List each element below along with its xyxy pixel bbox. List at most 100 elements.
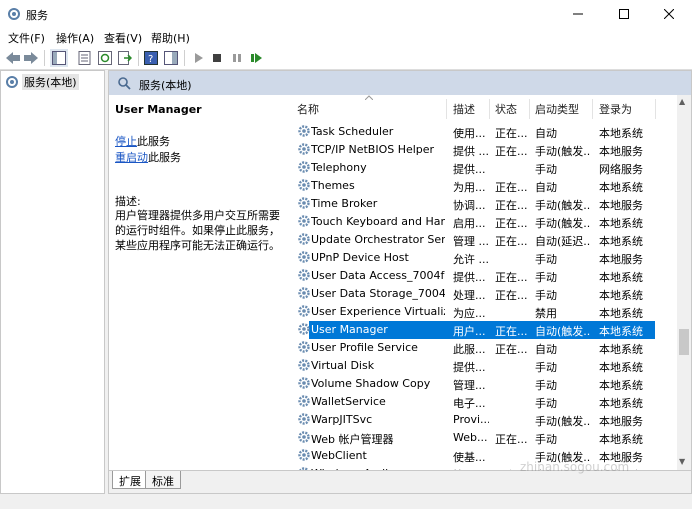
tab-standard[interactable]: 标准 bbox=[145, 471, 181, 489]
menu-help[interactable]: 帮助(H) bbox=[151, 30, 190, 46]
table-row[interactable]: Task Scheduler 使用... 正在... 自动 本地系统 bbox=[293, 123, 677, 141]
table-row[interactable]: Themes 为用... 正在... 自动 本地系统 bbox=[293, 177, 677, 195]
status-bar bbox=[0, 494, 692, 509]
forward-button[interactable] bbox=[22, 49, 40, 67]
service-gear-icon bbox=[298, 305, 310, 317]
cell-name: Virtual Disk bbox=[311, 359, 375, 372]
properties-icon bbox=[78, 51, 91, 65]
cell-startup-type: 手动 bbox=[535, 433, 557, 446]
cell-status: 正在... bbox=[495, 289, 528, 302]
service-gear-icon bbox=[298, 287, 310, 299]
table-row[interactable]: User Profile Service 此服... 正在... 自动 本地系统 bbox=[293, 339, 677, 357]
column-header-startup-type[interactable]: 启动类型 bbox=[535, 101, 579, 117]
tree-item-services-local[interactable]: 服务(本地) bbox=[5, 74, 79, 90]
column-header-log-on-as[interactable]: 登录为 bbox=[599, 101, 632, 117]
table-row[interactable]: WarpJITSvc Provi... 手动(触发... 本地服务 bbox=[293, 411, 677, 429]
search-icon bbox=[118, 77, 131, 90]
maximize-button[interactable] bbox=[601, 0, 647, 28]
watermark: zhinan.sogou.com bbox=[520, 460, 630, 474]
menu-file[interactable]: 文件(F) bbox=[8, 30, 45, 46]
cell-name: User Experience Virtualizat... bbox=[311, 305, 445, 318]
table-row[interactable]: Virtual Disk 提供... 手动 本地系统 bbox=[293, 357, 677, 375]
restart-service-link-row: 重启动此服务 bbox=[115, 149, 181, 165]
start-service-button[interactable] bbox=[190, 49, 208, 67]
cell-name: Update Orchestrator Service bbox=[311, 233, 445, 246]
table-row[interactable]: Web 帐户管理器 Web... 正在... 手动 本地系统 bbox=[293, 429, 677, 447]
cell-log-on-as: 本地系统 bbox=[599, 325, 643, 338]
refresh-button[interactable] bbox=[96, 49, 114, 67]
column-header-description[interactable]: 描述 bbox=[453, 101, 475, 117]
table-row[interactable]: TCP/IP NetBIOS Helper 提供 ... 正在... 手动(触发...… bbox=[293, 141, 677, 159]
table-row[interactable]: Telephony 提供... 手动 网络服务 bbox=[293, 159, 677, 177]
service-gear-icon bbox=[298, 215, 310, 227]
cell-log-on-as: 网络服务 bbox=[599, 163, 643, 176]
console-tree-icon bbox=[52, 51, 66, 65]
cell-startup-type: 手动(触发... bbox=[535, 415, 591, 428]
vertical-scrollbar[interactable]: ▲ ▼ bbox=[677, 95, 691, 470]
column-header-name[interactable]: 名称 bbox=[297, 101, 319, 117]
services-pane: 服务(本地) User Manager 停止此服务 重启动此服务 描述: 用户管… bbox=[108, 70, 692, 494]
table-row[interactable]: Touch Keyboard and Hand... 启用... 正在... 手动(触… bbox=[293, 213, 677, 231]
scrollbar-thumb[interactable] bbox=[679, 329, 689, 355]
stop-service-link-row: 停止此服务 bbox=[115, 133, 170, 149]
service-gear-icon bbox=[298, 359, 310, 371]
show-hide-console-tree-button[interactable] bbox=[50, 49, 68, 67]
service-gear-icon bbox=[298, 251, 310, 263]
table-row[interactable]: User Data Access_7004f24 提供... 正在... 手动 本地系统 bbox=[293, 267, 677, 285]
cell-startup-type: 自动 bbox=[535, 127, 557, 140]
action-pane-button[interactable] bbox=[162, 49, 180, 67]
service-gear-icon bbox=[298, 161, 310, 173]
tab-extended[interactable]: 扩展 bbox=[112, 471, 148, 489]
table-row[interactable]: User Data Storage_7004f24 处理... 正在... 手动 本地系… bbox=[293, 285, 677, 303]
stop-service-button[interactable] bbox=[208, 49, 226, 67]
cell-name: User Data Access_7004f24 bbox=[311, 269, 445, 282]
service-gear-icon bbox=[298, 431, 310, 443]
service-gear-icon bbox=[298, 341, 310, 353]
table-row[interactable]: UPnP Device Host 允许 ... 手动 本地服务 bbox=[293, 249, 677, 267]
minimize-icon bbox=[573, 13, 583, 15]
menu-action[interactable]: 操作(A) bbox=[56, 30, 94, 46]
refresh-icon bbox=[98, 51, 112, 65]
close-icon bbox=[664, 9, 674, 19]
cell-log-on-as: 本地系统 bbox=[599, 271, 643, 284]
table-row[interactable]: Time Broker 协调... 正在... 手动(触发... 本地服务 bbox=[293, 195, 677, 213]
cell-startup-type: 手动 bbox=[535, 361, 557, 374]
menu-view[interactable]: 查看(V) bbox=[104, 30, 142, 46]
pause-service-button[interactable] bbox=[228, 49, 246, 67]
export-icon bbox=[118, 51, 132, 65]
cell-log-on-as: 本地系统 bbox=[599, 379, 643, 392]
cell-status: 正在... bbox=[495, 325, 528, 338]
service-gear-icon bbox=[298, 413, 310, 425]
window-title: 服务 bbox=[26, 9, 48, 22]
restart-service-link[interactable]: 重启动 bbox=[115, 151, 148, 164]
table-row[interactable]: User Experience Virtualizat... 为应... 禁用 本地系… bbox=[293, 303, 677, 321]
play-icon bbox=[195, 53, 203, 63]
service-gear-icon bbox=[298, 143, 310, 155]
cell-description: 使基... bbox=[453, 451, 486, 464]
cell-name: WalletService bbox=[311, 395, 386, 408]
export-list-button[interactable] bbox=[116, 49, 134, 67]
service-gear-icon bbox=[298, 125, 310, 137]
properties-button[interactable] bbox=[76, 49, 94, 67]
description-pane: User Manager 停止此服务 重启动此服务 描述: 用户管理器提供多用户… bbox=[109, 95, 289, 470]
cell-startup-type: 自动 bbox=[535, 181, 557, 194]
column-header-status[interactable]: 状态 bbox=[495, 101, 517, 117]
table-row[interactable]: Update Orchestrator Service 管理 ... 正在... 自动… bbox=[293, 231, 677, 249]
cell-startup-type: 手动 bbox=[535, 397, 557, 410]
service-gear-icon bbox=[298, 179, 310, 191]
table-row[interactable]: Volume Shadow Copy 管理... 手动 本地系统 bbox=[293, 375, 677, 393]
cell-name: User Manager bbox=[311, 323, 388, 336]
description-label: 描述: bbox=[115, 195, 141, 208]
help-button[interactable]: ? bbox=[142, 49, 160, 67]
table-row[interactable]: WalletService 电子... 手动 本地系统 bbox=[293, 393, 677, 411]
scroll-up-icon[interactable]: ▲ bbox=[679, 97, 685, 106]
cell-name: Telephony bbox=[311, 161, 367, 174]
restart-service-button[interactable] bbox=[248, 49, 266, 67]
scroll-down-icon[interactable]: ▼ bbox=[679, 457, 685, 466]
close-button[interactable] bbox=[646, 0, 692, 28]
table-row[interactable]: User Manager 用户... 正在... 自动(触发... 本地系统 bbox=[293, 321, 677, 339]
cell-startup-type: 手动 bbox=[535, 379, 557, 392]
stop-service-link[interactable]: 停止 bbox=[115, 135, 137, 148]
minimize-button[interactable] bbox=[555, 0, 601, 28]
back-button[interactable] bbox=[4, 49, 22, 67]
